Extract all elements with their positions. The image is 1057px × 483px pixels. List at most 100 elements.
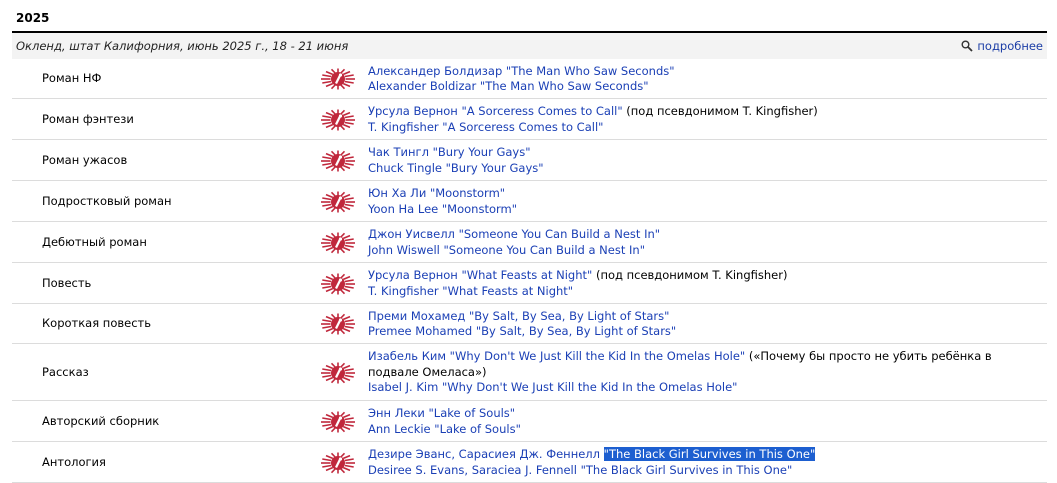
nominee-line: Изабель Ким "Why Don't We Just Kill the … xyxy=(368,349,1028,380)
table-row: Короткая повесть Преми Мохамед "By Salt,… xyxy=(12,304,1047,344)
award-icon-wrap xyxy=(320,232,356,254)
table-row: Подростковый роман Юн Ха Ли "Moonstorm" Y… xyxy=(12,181,1047,222)
nominee-entries: Юн Ха Ли "Moonstorm" Yoon Ha Lee "Moonsto… xyxy=(368,186,1028,217)
nominee-line: Premee Mohamed "By Salt, By Sea, By Ligh… xyxy=(368,324,1028,340)
work-link[interactable]: Чак Тингл "Bury Your Gays" xyxy=(368,145,531,159)
nominee-entries: Урсула Вернон "What Feasts at Night" (по… xyxy=(368,268,1028,299)
event-header: Окленд, штат Калифорния, июнь 2025 г., 1… xyxy=(12,31,1047,59)
nominee-entries: Дезире Эванс, Сарасиея Дж. Феннелл "The … xyxy=(368,447,1028,478)
nominee-line: T. Kingfisher "A Sorceress Comes to Call… xyxy=(368,120,1028,136)
category-label: Подростковый роман xyxy=(42,193,172,208)
nominee-line: Чак Тингл "Bury Your Gays" xyxy=(368,145,1028,161)
nominee-line: John Wiswell "Someone You Can Build a Ne… xyxy=(368,243,1028,259)
nominee-entries: Александер Болдизар "The Man Who Saw Sec… xyxy=(368,64,1028,95)
award-icon-wrap xyxy=(320,362,356,384)
category-label: Рассказ xyxy=(42,364,89,379)
table-row: Авторский сборник Энн Леки "Lake of Soul… xyxy=(12,401,1047,442)
table-row: Рассказ Изабель Ким "Why Don't We Just K… xyxy=(12,344,1047,401)
work-link[interactable]: Изабель Ким "Why Don't We Just Kill the … xyxy=(368,349,745,363)
award-icon xyxy=(321,150,355,171)
work-link[interactable]: Alexander Boldizar "The Man Who Saw Seco… xyxy=(368,79,649,93)
nominee-entries: Джон Уисвелл "Someone You Can Build a Ne… xyxy=(368,227,1028,258)
category-label: Дебютный роман xyxy=(42,234,147,249)
nominee-line: Chuck Tingle "Bury Your Gays" xyxy=(368,161,1028,177)
work-link[interactable]: Энн Леки "Lake of Souls" xyxy=(368,406,515,420)
work-link[interactable]: Юн Ха Ли "Moonstorm" xyxy=(368,186,505,200)
award-icon-wrap xyxy=(320,313,356,335)
table-row: Роман ужасов Чак Тингл "Bury Your Gays" C… xyxy=(12,140,1047,181)
magnifier-icon xyxy=(961,40,974,52)
table-row: Роман фэнтези Урсула Вернон "A Sorceress… xyxy=(12,99,1047,140)
category-label: Повесть xyxy=(42,275,92,290)
work-link[interactable]: T. Kingfisher "What Feasts at Night" xyxy=(368,284,573,298)
work-link[interactable]: Ann Leckie "Lake of Souls" xyxy=(368,422,521,436)
category-label: Роман ужасов xyxy=(42,152,128,167)
more-link-label: подробнее xyxy=(977,39,1043,53)
nominee-entries: Урсула Вернон "A Sorceress Comes to Call… xyxy=(368,104,1028,135)
award-icon-wrap xyxy=(320,68,356,90)
award-icon-wrap xyxy=(320,273,356,295)
award-icon xyxy=(321,362,355,383)
award-icon xyxy=(321,191,355,212)
nominee-line: Джон Уисвелл "Someone You Can Build a Ne… xyxy=(368,227,1028,243)
award-icon xyxy=(321,313,355,335)
category-label: Роман НФ xyxy=(42,71,102,85)
nominee-line: Александер Болдизар "The Man Who Saw Sec… xyxy=(368,64,1028,80)
table-row: Дебютный роман Джон Уисвелл "Someone You… xyxy=(12,222,1047,263)
work-link[interactable]: Александер Болдизар "The Man Who Saw Sec… xyxy=(368,64,675,78)
award-icon xyxy=(321,452,355,473)
nominee-line: T. Kingfisher "What Feasts at Night" xyxy=(368,284,1028,300)
pseudonym-note: (под псевдонимом T. Kingfisher) xyxy=(592,268,788,282)
award-icon xyxy=(321,109,355,130)
award-icon-wrap xyxy=(320,109,356,131)
work-link[interactable]: Урсула Вернон "What Feasts at Night" xyxy=(368,268,592,282)
award-icon-wrap xyxy=(320,191,356,213)
category-label: Антология xyxy=(42,454,106,469)
work-link[interactable]: T. Kingfisher "A Sorceress Comes to Call… xyxy=(368,120,603,134)
selected-work-link[interactable]: "The Black Girl Survives in This One" xyxy=(603,447,816,461)
nominee-entries: Чак Тингл "Bury Your Gays" Chuck Tingle "… xyxy=(368,145,1028,176)
nominee-line: Desiree S. Evans, Saraciea J. Fennell "T… xyxy=(368,463,1028,479)
work-link[interactable]: Premee Mohamed "By Salt, By Sea, By Ligh… xyxy=(368,324,676,338)
nominee-entries: Изабель Ким "Why Don't We Just Kill the … xyxy=(368,349,1028,396)
year-title: 2025 xyxy=(16,11,50,25)
category-label: Короткая повесть xyxy=(42,316,152,330)
nominee-line: Преми Мохамед "By Salt, By Sea, By Light… xyxy=(368,309,1028,325)
work-link[interactable]: John Wiswell "Someone You Can Build a Ne… xyxy=(368,243,645,257)
award-icon-wrap xyxy=(320,150,356,172)
work-link[interactable]: Isabel J. Kim "Why Don't We Just Kill th… xyxy=(368,380,737,394)
work-link[interactable]: Преми Мохамед "By Salt, By Sea, By Light… xyxy=(368,309,669,323)
work-link[interactable]: Desiree S. Evans, Saraciea J. Fennell "T… xyxy=(368,463,792,477)
award-icon xyxy=(321,273,355,294)
table-row: Антология Дезире Эванс, Сарасиея Дж. Фен… xyxy=(12,442,1047,483)
nominee-line: Урсула Вернон "What Feasts at Night" (по… xyxy=(368,268,1028,284)
pseudonym-note: (под псевдонимом T. Kingfisher) xyxy=(622,104,818,118)
award-icon xyxy=(321,411,355,432)
category-label: Роман фэнтези xyxy=(42,111,134,126)
table-row: Роман НФ Александер Болдизар "The Man Wh… xyxy=(12,59,1047,99)
work-link[interactable]: Урсула Вернон "A Sorceress Comes to Call… xyxy=(368,104,623,118)
award-icon xyxy=(321,232,355,253)
work-link[interactable]: Chuck Tingle "Bury Your Gays" xyxy=(368,161,544,175)
category-label: Авторский сборник xyxy=(42,413,160,428)
work-link[interactable]: Дезире Эванс, Сарасиея Дж. Феннелл xyxy=(368,447,604,461)
nominee-line: Дезире Эванс, Сарасиея Дж. Феннелл "The … xyxy=(368,447,1028,463)
nominee-line: Yoon Ha Lee "Moonstorm" xyxy=(368,202,1028,218)
award-icon-wrap xyxy=(320,411,356,433)
nominee-line: Alexander Boldizar "The Man Who Saw Seco… xyxy=(368,79,1028,95)
table-row: Повесть Урсула Вернон "What Feasts at Ni… xyxy=(12,263,1047,304)
nominee-line: Юн Ха Ли "Moonstorm" xyxy=(368,186,1028,202)
nominee-entries: Энн Леки "Lake of Souls" Ann Leckie "Lake… xyxy=(368,406,1028,437)
nominee-line: Урсула Вернон "A Sorceress Comes to Call… xyxy=(368,104,1028,120)
nominee-line: Ann Leckie "Lake of Souls" xyxy=(368,422,1028,438)
more-link[interactable]: подробнее xyxy=(961,39,1043,53)
work-link[interactable]: Джон Уисвелл "Someone You Can Build a Ne… xyxy=(368,227,660,241)
event-info: Окленд, штат Калифорния, июнь 2025 г., 1… xyxy=(16,39,349,53)
nominee-entries: Преми Мохамед "By Salt, By Sea, By Light… xyxy=(368,309,1028,340)
nominations-table: Роман НФ Александер Болдизар "The Man Wh… xyxy=(12,59,1047,483)
nominee-line: Isabel J. Kim "Why Don't We Just Kill th… xyxy=(368,380,1028,396)
award-icon xyxy=(321,68,355,90)
nominee-line: Энн Леки "Lake of Souls" xyxy=(368,406,1028,422)
award-icon-wrap xyxy=(320,452,356,474)
work-link[interactable]: Yoon Ha Lee "Moonstorm" xyxy=(368,202,517,216)
